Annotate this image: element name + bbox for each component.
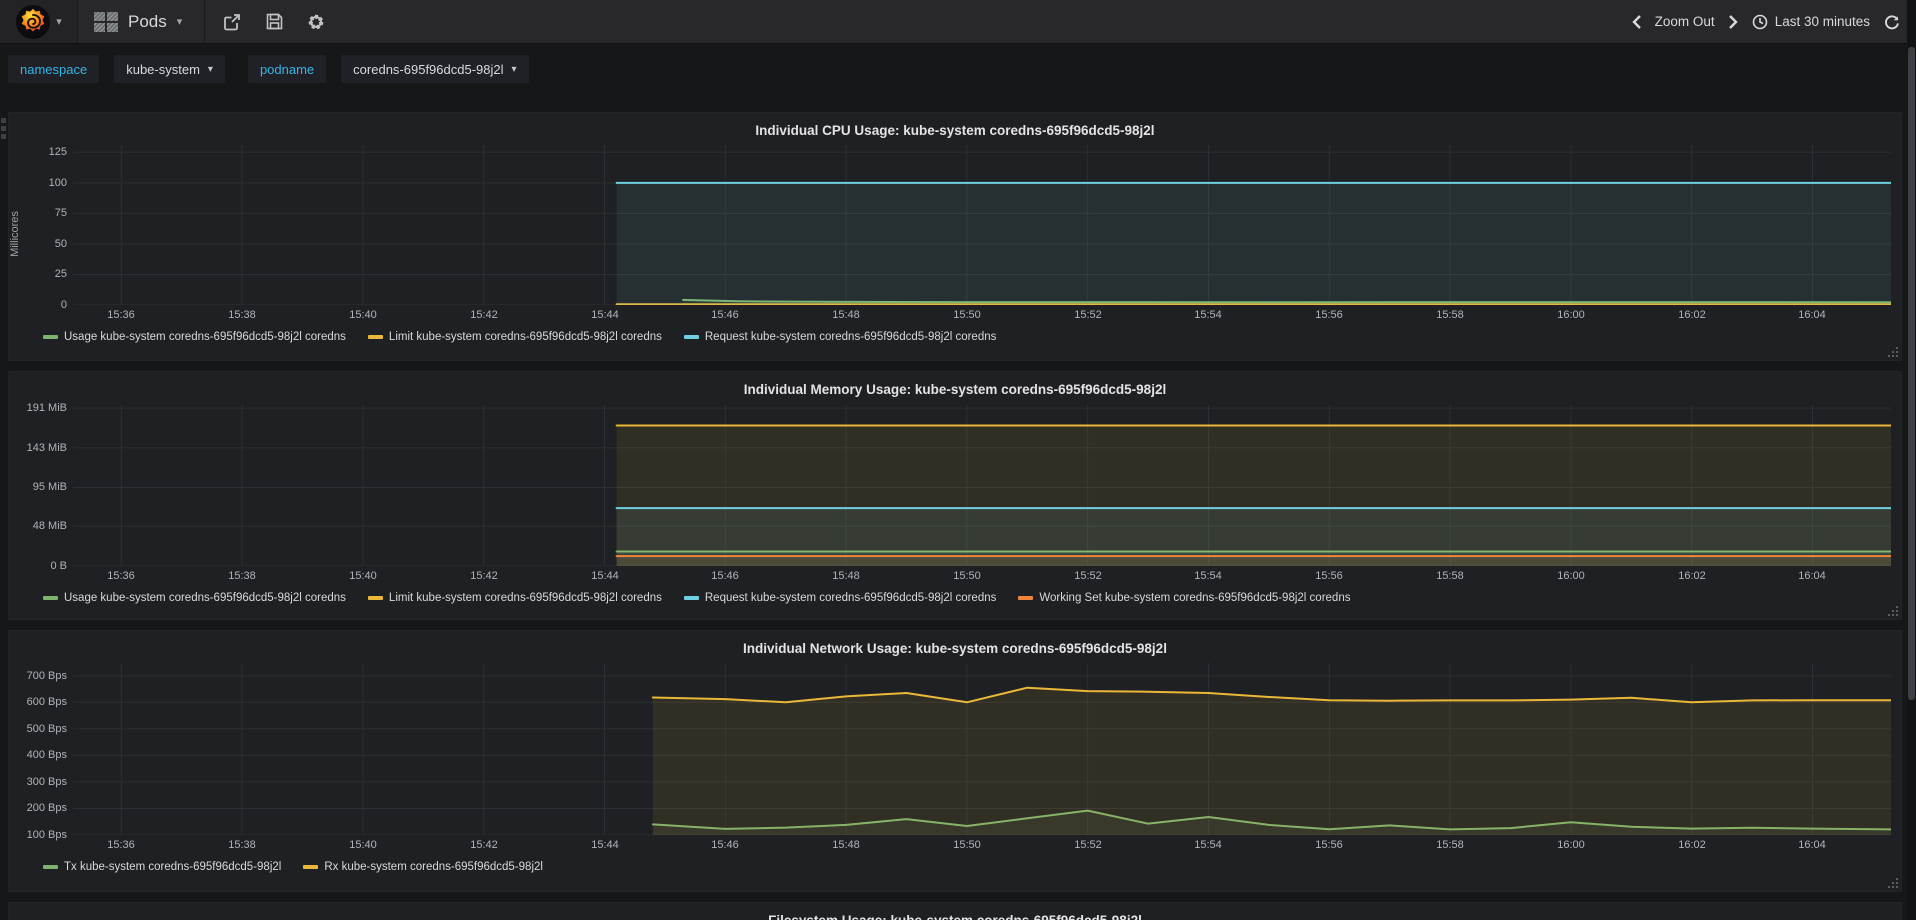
network-usage-chart[interactable] [73, 663, 1891, 835]
chevron-right-icon [1728, 14, 1738, 29]
clock-icon [1752, 14, 1768, 30]
save-icon [266, 13, 283, 30]
save-button[interactable] [257, 5, 291, 39]
legend-item[interactable]: Request kube-system coredns-695f96dcd5-9… [683, 331, 996, 343]
panel-title[interactable]: Individual CPU Usage: kube-system coredn… [9, 113, 1901, 139]
grafana-menu-button[interactable]: ▾ [0, 0, 78, 43]
time-range-picker[interactable]: Last 30 minutes [1752, 14, 1870, 30]
panel-title[interactable]: Individual Network Usage: kube-system co… [9, 631, 1901, 657]
chart-legend: Usage kube-system coredns-695f96dcd5-98j… [43, 592, 1901, 610]
chevron-down-icon: ▾ [207, 63, 213, 75]
variable-select-podname[interactable]: coredns-695f96dcd5-98j2l ▾ [341, 55, 529, 83]
x-axis-ticks: 15:36 15:38 15:40 15:42 15:44 15:46 15:48 15:50… [107, 839, 1826, 851]
chevron-left-icon [1631, 14, 1641, 29]
time-forward-button[interactable] [1728, 14, 1738, 29]
chevron-down-icon: ▾ [176, 16, 183, 28]
scrollbar-thumb[interactable] [1908, 47, 1915, 700]
legend-item[interactable]: Usage kube-system coredns-695f96dcd5-98j… [43, 331, 346, 343]
refresh-icon [1884, 14, 1900, 30]
legend-item[interactable]: Tx kube-system coredns-695f96dcd5-98j2l [43, 861, 281, 873]
variable-value: kube-system [126, 61, 200, 77]
chart-legend: Tx kube-system coredns-695f96dcd5-98j2l R… [43, 861, 1901, 879]
zoom-out-label: Zoom Out [1654, 14, 1715, 29]
variable-select-namespace[interactable]: kube-system ▾ [114, 55, 225, 83]
panel-title[interactable]: Filesystem Usage: kube-system coredns-69… [9, 903, 1901, 920]
legend-item[interactable]: Usage kube-system coredns-695f96dcd5-98j… [43, 592, 346, 604]
legend-item[interactable]: Limit kube-system coredns-695f96dcd5-98j… [367, 592, 662, 604]
share-button[interactable] [215, 5, 249, 39]
panel-cpu-usage: Individual CPU Usage: kube-system coredn… [8, 112, 1902, 361]
legend-item[interactable]: Request kube-system coredns-695f96dcd5-9… [683, 592, 996, 604]
chevron-down-icon: ▾ [511, 63, 517, 75]
dashboard-picker[interactable]: Pods ▾ [78, 0, 206, 43]
variable-value: coredns-695f96dcd5-98j2l [353, 61, 504, 77]
zoom-out-button[interactable]: Zoom Out [1655, 14, 1715, 29]
panel-resize-handle[interactable] [1887, 877, 1899, 889]
chart-legend: Usage kube-system coredns-695f96dcd5-98j… [43, 331, 1901, 349]
panel-title[interactable]: Individual Memory Usage: kube-system cor… [9, 372, 1901, 398]
x-axis-ticks: 15:36 15:38 15:40 15:42 15:44 15:46 15:48 15:50… [107, 309, 1826, 321]
x-axis-ticks: 15:36 15:38 15:40 15:42 15:44 15:46 15:48 15:50… [107, 570, 1826, 582]
panel-resize-handle[interactable] [1887, 346, 1899, 358]
panel-memory-usage: Individual Memory Usage: kube-system cor… [8, 371, 1902, 620]
grafana-dashboard: { "navbar": { "dashboard_title": "Pods",… [0, 0, 1916, 920]
time-range-label: Last 30 minutes [1774, 14, 1870, 29]
panel-network-usage: Individual Network Usage: kube-system co… [8, 630, 1902, 892]
settings-button[interactable] [299, 5, 333, 39]
chevron-down-icon: ▾ [56, 16, 62, 28]
variable-label-namespace: namespace [8, 55, 100, 83]
template-variables-row: namespace kube-system ▾ podname coredns-… [0, 44, 1916, 94]
memory-usage-chart[interactable] [73, 404, 1891, 566]
dashboard-title: Pods [128, 11, 167, 31]
dashboard-grid-icon [94, 11, 118, 32]
y-axis-ticks: 100 Bps 200 Bps 300 Bps 400 Bps 500 Bps 600 B… [26, 670, 67, 841]
legend-item[interactable]: Rx kube-system coredns-695f96dcd5-98j2l [303, 861, 543, 873]
y-axis-ticks: 0 25 50 75 100 125 [48, 146, 67, 311]
settings-gear-icon [307, 13, 325, 31]
page-scrollbar [1907, 0, 1916, 920]
cpu-usage-chart[interactable] [73, 145, 1891, 305]
legend-item[interactable]: Working Set kube-system coredns-695f96dc… [1018, 592, 1350, 604]
variable-label-podname: podname [247, 55, 327, 83]
navbar: ▾ Pods ▾ Zoom Out Last 30 minutes [0, 0, 1916, 44]
refresh-button[interactable] [1884, 14, 1900, 30]
share-icon [223, 13, 241, 31]
legend-item[interactable]: Limit kube-system coredns-695f96dcd5-98j… [367, 331, 662, 343]
time-back-button[interactable] [1631, 14, 1641, 29]
y-axis-ticks: 0 B 48 MiB 95 MiB 143 MiB 191 MiB [26, 402, 67, 572]
row-drag-handle[interactable] [1, 118, 6, 139]
panel-resize-handle[interactable] [1887, 605, 1899, 617]
grafana-logo [15, 4, 51, 40]
panel-filesystem-usage: Filesystem Usage: kube-system coredns-69… [8, 902, 1902, 920]
